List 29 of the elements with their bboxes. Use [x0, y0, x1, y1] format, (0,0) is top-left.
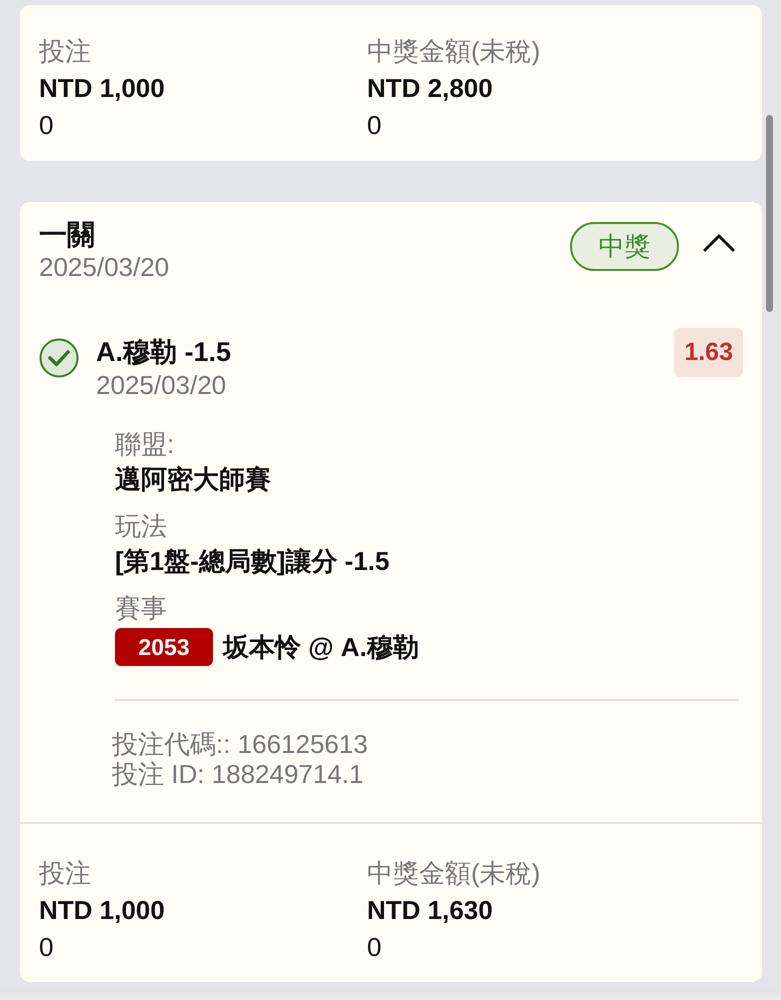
- bet-title: 一關: [39, 218, 96, 252]
- status-badge: 中獎: [570, 222, 679, 271]
- selection-date: 2025/03/20: [96, 370, 228, 400]
- total-label: 投注: [39, 35, 92, 68]
- odds-badge: 1.63: [674, 328, 743, 377]
- total-value: 0: [39, 109, 54, 142]
- detail-label: 聯盟:: [115, 428, 176, 461]
- event-code-badge: 2053: [115, 628, 213, 666]
- bet-date: 2025/03/20: [39, 252, 170, 282]
- scrollbar-thumb[interactable]: [766, 115, 773, 312]
- total-amount: NTD 1,630: [367, 894, 494, 927]
- total-value: 0: [39, 931, 54, 964]
- total-amount: NTD 1,000: [39, 894, 166, 927]
- selection-pick: A.穆勒 -1.5: [96, 336, 232, 369]
- detail-value: [第1盤-總局數]讓分 -1.5: [115, 545, 390, 578]
- total-label: 投注: [39, 857, 92, 890]
- chevron-up-icon[interactable]: [703, 234, 735, 252]
- event-name: 坂本怜 @ A.穆勒: [223, 631, 419, 664]
- total-amount: NTD 2,800: [367, 72, 494, 105]
- total-value: 0: [367, 931, 382, 964]
- bet-id: 投注 ID: 188249714.1: [112, 759, 364, 789]
- detail-label: 玩法: [115, 510, 168, 543]
- total-label: 中獎金額(未稅): [367, 35, 542, 68]
- detail-value: 邁阿密大師賽: [115, 463, 272, 496]
- total-amount: NTD 1,000: [39, 72, 166, 105]
- bet-code: 投注代碼:: 166125613: [112, 729, 369, 759]
- total-value: 0: [367, 109, 382, 142]
- total-label: 中獎金額(未稅): [367, 857, 542, 890]
- detail-label: 賽事: [115, 592, 168, 625]
